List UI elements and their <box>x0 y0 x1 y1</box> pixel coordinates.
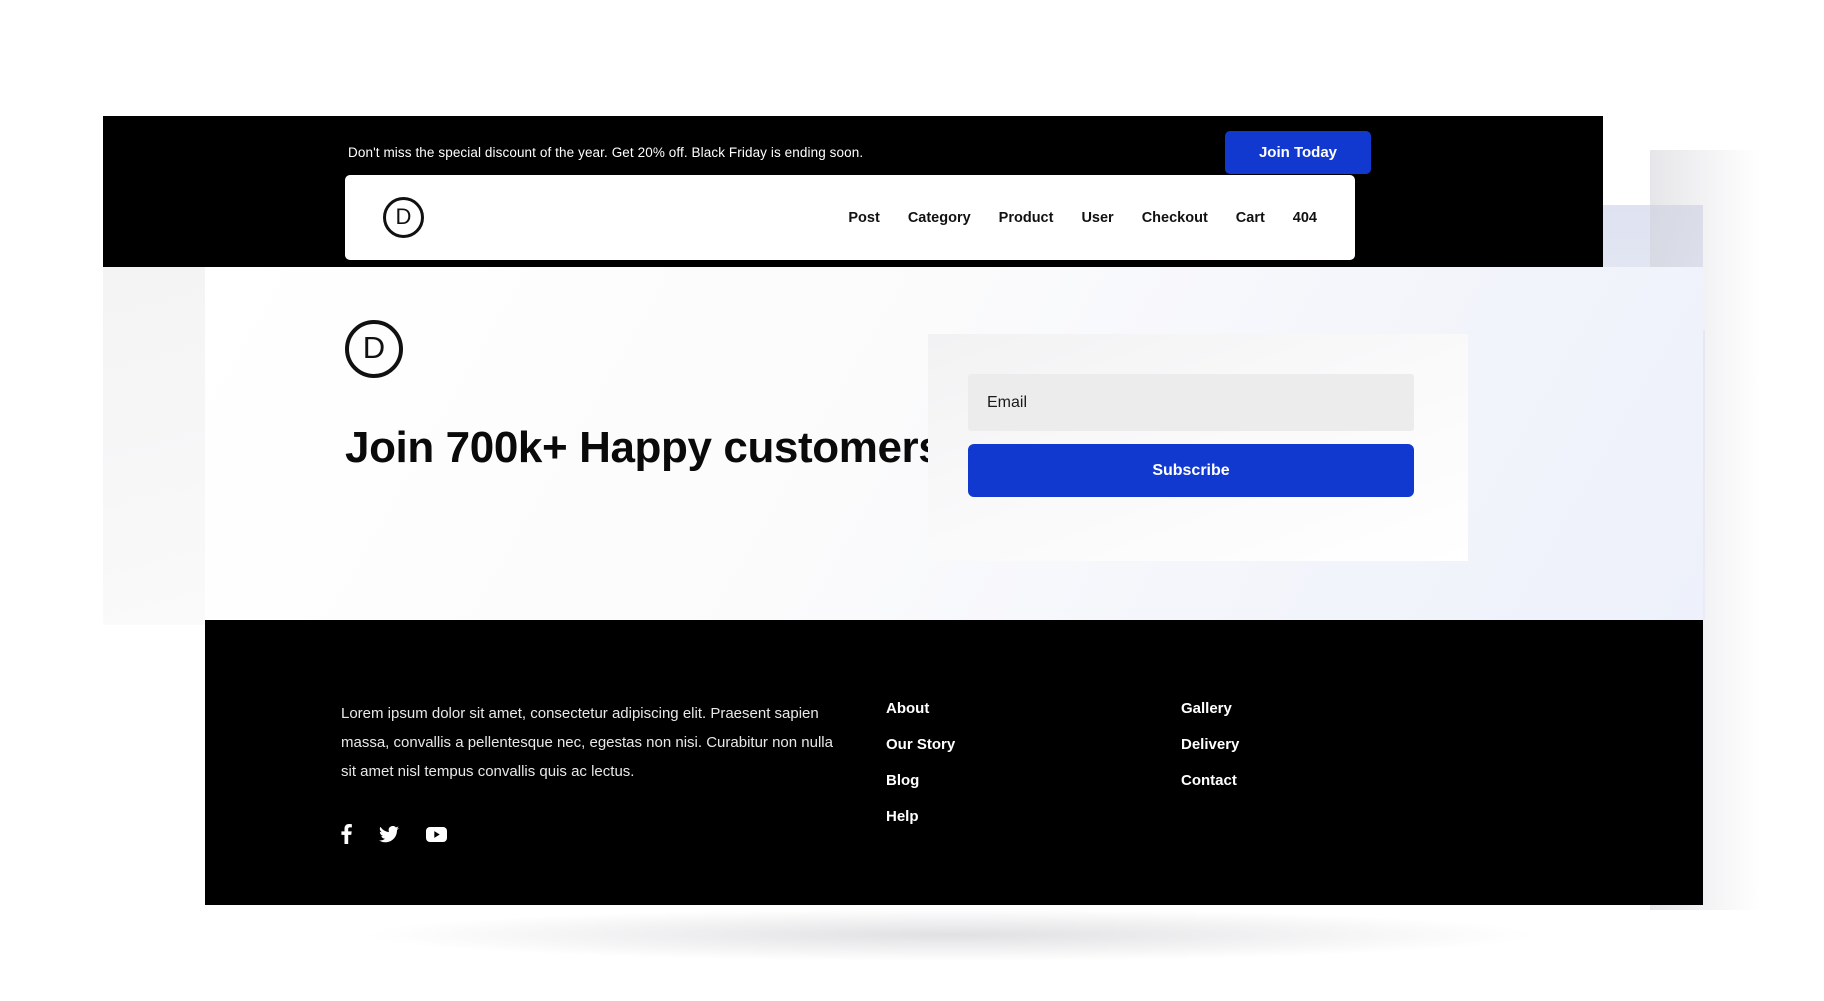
primary-navigation: Post Category Product User Checkout Cart… <box>848 210 1317 226</box>
nav-link-category[interactable]: Category <box>908 210 971 226</box>
ambient-shadow-bottom <box>170 900 1730 970</box>
hero-logo-icon: D <box>345 320 403 378</box>
footer-about-column: Lorem ipsum dolor sit amet, consectetur … <box>341 700 886 845</box>
announcement-text: Don't miss the special discount of the y… <box>348 144 864 160</box>
brand-logo-icon[interactable]: D <box>383 197 424 238</box>
footer-link-about[interactable]: About <box>886 700 1181 717</box>
footer-content: Lorem ipsum dolor sit amet, consectetur … <box>341 700 1643 845</box>
navbar: D Post Category Product User Checkout Ca… <box>345 175 1355 260</box>
facebook-icon[interactable] <box>341 824 352 845</box>
subscribe-button[interactable]: Subscribe <box>968 444 1414 497</box>
subscribe-card: Subscribe <box>928 334 1468 561</box>
hero-left-column: D Join 700k+ Happy customers <box>345 320 965 474</box>
footer-link-blog[interactable]: Blog <box>886 772 1181 789</box>
footer-link-contact[interactable]: Contact <box>1181 772 1239 789</box>
footer-link-our-story[interactable]: Our Story <box>886 736 1181 753</box>
twitter-icon[interactable] <box>379 825 399 843</box>
footer-link-gallery[interactable]: Gallery <box>1181 700 1239 717</box>
email-input[interactable] <box>968 374 1414 431</box>
nav-link-post[interactable]: Post <box>848 210 879 226</box>
nav-link-product[interactable]: Product <box>999 210 1054 226</box>
social-links <box>341 824 846 845</box>
footer-link-help[interactable]: Help <box>886 808 1181 825</box>
footer-description: Lorem ipsum dolor sit amet, consectetur … <box>341 705 833 780</box>
nav-link-404[interactable]: 404 <box>1293 210 1317 226</box>
nav-link-cart[interactable]: Cart <box>1236 210 1265 226</box>
nav-link-user[interactable]: User <box>1081 210 1113 226</box>
footer: Lorem ipsum dolor sit amet, consectetur … <box>205 620 1703 905</box>
footer-link-delivery[interactable]: Delivery <box>1181 736 1239 753</box>
nav-link-checkout[interactable]: Checkout <box>1142 210 1208 226</box>
brand-logo-letter: D <box>395 203 412 229</box>
join-today-button[interactable]: Join Today <box>1224 130 1371 174</box>
hero-section: D Join 700k+ Happy customers Subscribe <box>205 267 1703 620</box>
youtube-icon[interactable] <box>426 826 447 842</box>
hero-logo-letter: D <box>362 330 386 365</box>
hero-title: Join 700k+ Happy customers <box>345 423 943 472</box>
footer-links-column-2: Gallery Delivery Contact <box>1181 700 1239 844</box>
footer-links-column-1: About Our Story Blog Help <box>886 700 1181 844</box>
